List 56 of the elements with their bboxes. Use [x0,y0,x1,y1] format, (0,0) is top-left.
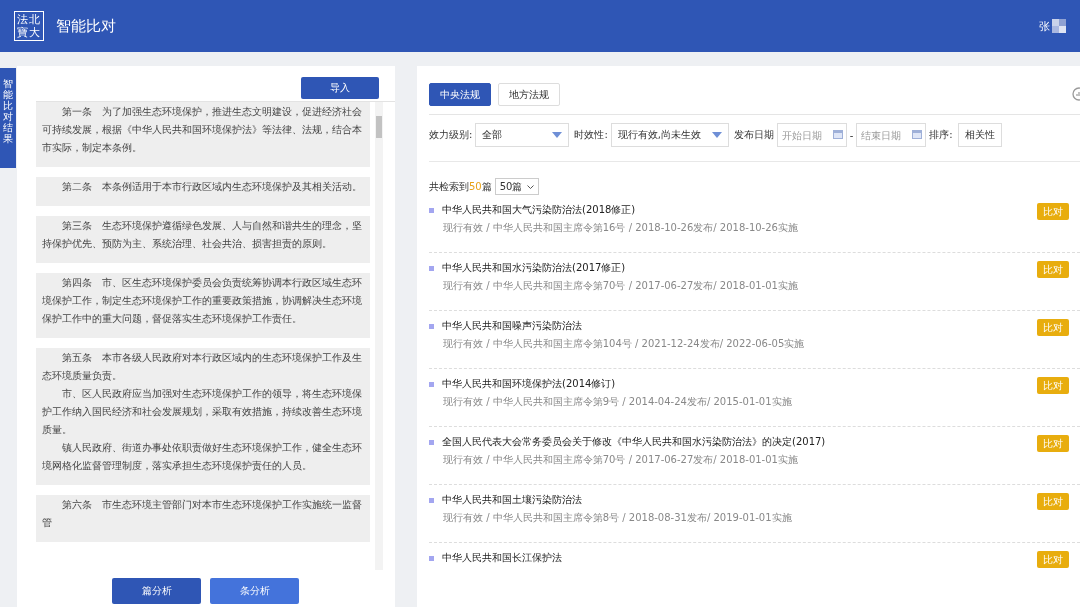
analysis-button[interactable]: 条分析 [210,578,299,604]
end-date-field[interactable]: 结束日期 [856,123,927,147]
result-meta: 现行有效 / 中华人民共和国主席令第70号 / 2017-06-27发布/ 2018-01-01实施 [443,453,799,467]
article-text: 镇人民政府、街道办事处依职责做好生态环境保护工作，健全生态环境网格化监督管理制度，落实承担生态环境保护责任的人员。 [42,441,363,473]
calendar-icon [912,130,923,139]
bullet-icon [429,381,434,387]
avatar-icon[interactable] [1052,19,1066,33]
article-text: 第一条 为了加强生态环境保护，推进生态文明建设，促进经济社会可持续发展，根据《中华人民共和国环境保护法》等法律、法规，结合本市实际，制定本条例。 [42,105,363,155]
result-title[interactable]: 中华人民共和国环境保护法(2014修订) [442,377,616,391]
page-size-select[interactable]: 50篇 [494,178,540,195]
article-text: 第五条 本市各级人民政府对本行政区域内的生态环境保护工作及生态环境质量负责。 [42,351,363,383]
bullet-icon [429,497,434,503]
chevron-icon [527,184,535,189]
filter-label: 效力级别: [429,128,473,142]
level-select[interactable]: 全部 [475,123,570,147]
result-title[interactable]: 全国人民代表大会常务委员会关于修改《中华人民共和国水污染防治法》的决定(2017) [442,435,826,449]
app-title: 智能比对 [56,16,116,36]
side-tab[interactable]: 智能比对结果 [0,68,16,168]
result-meta: 现行有效 / 中华人民共和国主席令第9号 / 2014-04-24发布/ 2015-01-01实施 [443,395,792,409]
sort-select[interactable]: 相关性 [957,123,1002,147]
result-meta: 现行有效 / 中华人民共和国主席令第8号 / 2018-08-31发布/ 2019-01-01实施 [443,511,792,525]
analysis-button[interactable]: 篇分析 [112,578,201,604]
import-button[interactable]: 导入 [301,77,379,99]
result-meta: 现行有效 / 中华人民共和国主席令第104号 / 2021-12-24发布/ 2022-06-05实施 [443,337,805,351]
article-text: 第二条 本条例适用于本市行政区域内生态环境保护及其相关活动。 [61,180,363,194]
date-separator: - [849,129,854,141]
result-title[interactable]: 中华人民共和国土壤污染防治法 [442,493,582,507]
result-meta: 现行有效 / 中华人民共和国主席令第16号 / 2018-10-26发布/ 2018-10-26实施 [443,221,798,235]
bullet-icon [429,439,434,445]
article-text: 第六条 市生态环境主管部门对本市生态环境保护工作实施统一监督管 [42,498,363,530]
dropdown-icon [552,132,563,138]
calendar-icon [832,130,843,139]
logo: 法北 寶大 [14,11,44,41]
article-text: 市、区人民政府应当加强对生态环境保护工作的领导，将生态环境保护工作纳入国民经济和社会发展规划，采取有效措施，持续改善生态环境质量。 [42,387,363,437]
tab[interactable]: 地方法规 [498,83,560,106]
bullet-icon [429,265,434,271]
user-name[interactable]: 张 [1039,18,1050,34]
result-meta: 现行有效 / 中华人民共和国主席令第70号 / 2017-06-27发布/ 2018-01-01实施 [443,279,798,293]
bullet-icon [429,323,434,329]
result-count: 共检索到50篇 [429,179,492,194]
result-title[interactable]: 中华人民共和国大气污染防治法(2018修正) [442,203,636,217]
result-title[interactable]: 中华人民共和国水污染防治法(2017修正) [442,261,626,275]
scrollbar[interactable] [375,102,383,570]
start-date-field[interactable]: 开始日期 [776,123,847,147]
bullet-icon [429,207,434,213]
tab[interactable]: 中央法规 [429,83,491,106]
filter-label: 排序: [929,128,953,142]
bullet-icon [429,555,434,561]
result-title[interactable]: 中华人民共和国噪声污染防治法 [442,319,582,333]
result-title[interactable]: 中华人民共和国长江保护法 [442,551,562,565]
filter-label: 时效性: [574,128,608,142]
validity-select[interactable]: 现行有效,尚未生效 [610,123,729,147]
article-text: 第四条 市、区生态环境保护委员会负责统筹协调本行政区域生态环境保护工作，制定生态环境保护工作的重要政策措施，协调解决生态环境保护工作中的重大问题，督促落实生态环境保护工作责任。 [42,276,363,326]
article-text: 第三条 生态环境保护遵循绿色发展、人与自然和谐共生的理念，坚持保护优先、预防为主、系统治理、社会共治、损害担责的原则。 [42,219,363,251]
dropdown-icon [711,132,722,138]
filter-label: 发布日期 [733,128,774,142]
